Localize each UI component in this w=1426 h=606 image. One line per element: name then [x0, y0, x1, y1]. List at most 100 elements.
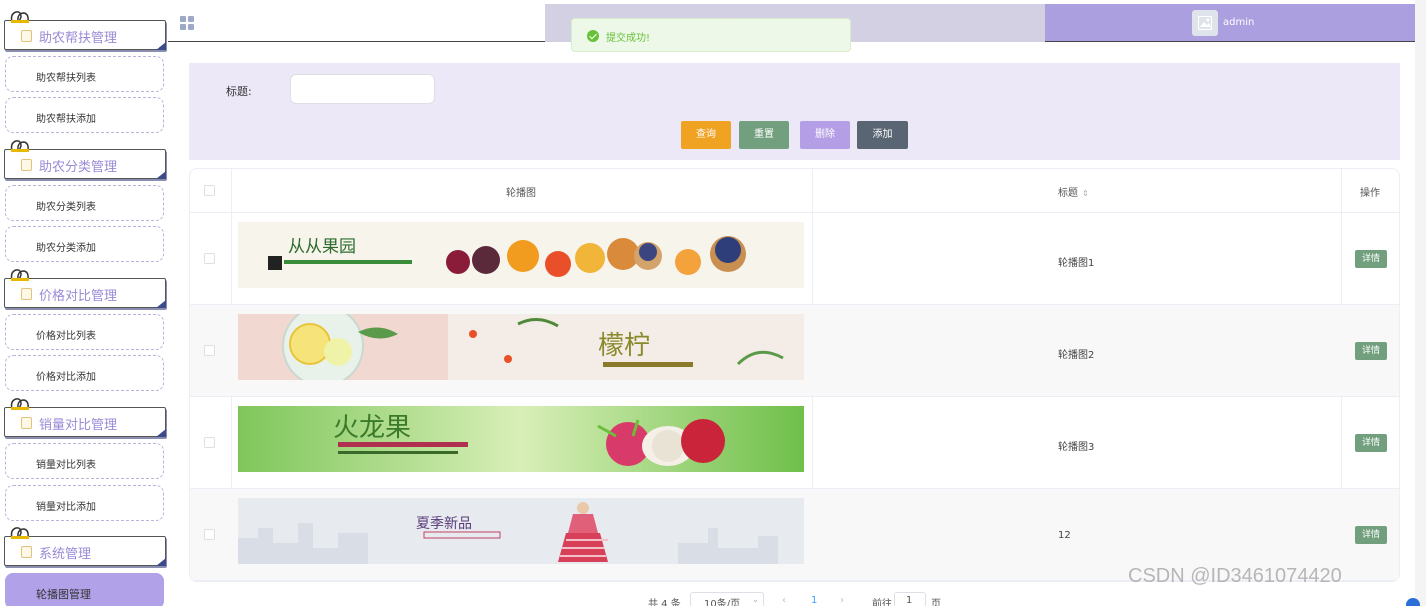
- check-circle-icon: [587, 30, 599, 42]
- menu-group-label: 系统管理: [39, 547, 92, 562]
- header-title[interactable]: 标题 ⇕: [1058, 184, 1089, 199]
- title-filter-label: 标题:: [226, 85, 252, 98]
- username[interactable]: admin: [1223, 17, 1254, 28]
- detail-button[interactable]: 详情: [1355, 526, 1387, 544]
- menu-item-price-list[interactable]: 价格对比列表: [5, 314, 164, 350]
- menu-item-label: 轮播图管理: [36, 588, 91, 601]
- sort-icon[interactable]: ⇕: [1082, 189, 1089, 198]
- row-title: 轮播图2: [1058, 350, 1095, 361]
- menu-item-label: 价格对比添加: [36, 372, 96, 383]
- menu-group-category[interactable]: 助农分类管理: [4, 140, 166, 179]
- corner-fold: [156, 558, 166, 566]
- menu-group-help-farm[interactable]: 助农帮扶管理: [4, 11, 166, 50]
- menu-item-label: 价格对比列表: [36, 331, 96, 342]
- row-checkbox[interactable]: [204, 345, 215, 356]
- binder-clip-icon: [10, 527, 29, 539]
- menu-group-label: 助农帮扶管理: [39, 31, 118, 46]
- menu-item-label: 助农分类添加: [36, 243, 96, 254]
- next-page-icon[interactable]: ›: [840, 595, 844, 606]
- banner-image-dragonfruit: 火龙果: [238, 406, 804, 472]
- carousel-table: 轮播图 标题 ⇕ 操作 从从果园 轮播图1 详情 檬柠 轮播图2 详情 火龙果 …: [189, 168, 1400, 582]
- menu-item-label: 销量对比添加: [36, 502, 96, 513]
- banner-image-orchard: 从从果园: [238, 222, 804, 288]
- menu-item-label: 销量对比列表: [36, 460, 96, 471]
- header-action: 操作: [1360, 188, 1380, 199]
- detail-button[interactable]: 详情: [1355, 434, 1387, 452]
- menu-item-price-add[interactable]: 价格对比添加: [5, 355, 164, 391]
- total-count: 共 4 条: [648, 599, 681, 606]
- toast-message: 提交成功!: [606, 33, 651, 44]
- row-checkbox[interactable]: [204, 437, 215, 448]
- vertical-scrollbar[interactable]: [1415, 0, 1426, 606]
- menu-item-category-list[interactable]: 助农分类列表: [5, 185, 164, 221]
- menu-item-help-farm-add[interactable]: 助农帮扶添加: [5, 97, 164, 133]
- image-placeholder-icon: [1198, 16, 1212, 30]
- folder-icon: [21, 30, 32, 42]
- sidebar: 助农帮扶管理 助农帮扶列表 助农帮扶添加 助农分类管理 助农分类列表 助农分类添…: [0, 0, 168, 606]
- title-search-input[interactable]: [290, 74, 435, 104]
- menu-group-system[interactable]: 系统管理: [4, 527, 166, 566]
- page-size-value: 10条/页: [704, 599, 741, 606]
- menu-item-label: 助农帮扶列表: [36, 73, 96, 84]
- add-button[interactable]: 添加: [857, 121, 908, 149]
- corner-fold: [156, 429, 166, 437]
- banner-image-summer: 夏季新品: [238, 498, 804, 564]
- menu-item-sales-add[interactable]: 销量对比添加: [5, 485, 164, 521]
- menu-item-category-add[interactable]: 助农分类添加: [5, 226, 164, 262]
- menu-item-label: 助农帮扶添加: [36, 114, 96, 125]
- menu-item-label: 助农分类列表: [36, 202, 96, 213]
- row-checkbox[interactable]: [204, 529, 215, 540]
- folder-icon: [21, 417, 32, 429]
- header-user-area: admin: [1045, 4, 1421, 42]
- table-row: 从从果园 轮播图1 详情: [190, 213, 1399, 305]
- success-toast: 提交成功!: [571, 18, 851, 52]
- corner-fold: [156, 171, 166, 179]
- detail-button[interactable]: 详情: [1355, 342, 1387, 360]
- folder-icon: [21, 546, 32, 558]
- svg-text:火龙果: 火龙果: [333, 413, 411, 443]
- detail-button[interactable]: 详情: [1355, 250, 1387, 268]
- current-page[interactable]: 1: [811, 595, 817, 606]
- row-title: 12: [1058, 530, 1071, 541]
- table-header: 轮播图 标题 ⇕ 操作: [190, 169, 1399, 213]
- folder-icon: [21, 288, 32, 300]
- menu-group-price-compare[interactable]: 价格对比管理: [4, 269, 166, 308]
- menu-group-label: 价格对比管理: [39, 289, 118, 304]
- banner-image-lemon: 檬柠: [238, 314, 804, 380]
- page-unit: 页: [931, 599, 941, 606]
- table-row: 火龙果 轮播图3 详情: [190, 397, 1399, 489]
- menu-group-sales-compare[interactable]: 销量对比管理: [4, 398, 166, 437]
- menu-item-carousel[interactable]: 轮播图管理: [5, 573, 164, 606]
- prev-page-icon[interactable]: ‹: [782, 595, 786, 606]
- row-title: 轮播图3: [1058, 442, 1095, 453]
- svg-text:从从果园: 从从果园: [288, 237, 356, 257]
- binder-clip-icon: [10, 11, 29, 23]
- chevron-down-icon: ⌄: [752, 595, 759, 604]
- help-icon[interactable]: [1406, 598, 1420, 606]
- corner-fold: [156, 300, 166, 308]
- delete-button[interactable]: 删除: [800, 121, 850, 149]
- binder-clip-icon: [10, 269, 29, 281]
- avatar[interactable]: [1192, 10, 1218, 36]
- menu-item-sales-list[interactable]: 销量对比列表: [5, 443, 164, 479]
- search-panel: 标题: 查询 重置 删除 添加: [189, 63, 1400, 160]
- menu-item-help-farm-list[interactable]: 助农帮扶列表: [5, 56, 164, 92]
- folder-icon: [21, 159, 32, 171]
- svg-text:夏季新品: 夏季新品: [416, 516, 472, 532]
- header-title-label: 标题: [1058, 188, 1078, 199]
- binder-clip-icon: [10, 398, 29, 410]
- query-button[interactable]: 查询: [681, 121, 731, 149]
- menu-grid-icon[interactable]: [180, 16, 194, 30]
- row-checkbox[interactable]: [204, 253, 215, 264]
- header-left: [168, 4, 545, 42]
- header-banner: 轮播图: [506, 188, 536, 199]
- reset-button[interactable]: 重置: [739, 121, 789, 149]
- goto-label: 前往: [872, 599, 892, 606]
- table-row: 檬柠 轮播图2 详情: [190, 305, 1399, 397]
- watermark: CSDN @ID3461074420: [1128, 565, 1342, 587]
- menu-group-label: 销量对比管理: [39, 418, 118, 433]
- binder-clip-icon: [10, 140, 29, 152]
- menu-group-label: 助农分类管理: [39, 160, 118, 175]
- select-all-checkbox[interactable]: [204, 185, 215, 196]
- svg-text:檬柠: 檬柠: [598, 331, 650, 361]
